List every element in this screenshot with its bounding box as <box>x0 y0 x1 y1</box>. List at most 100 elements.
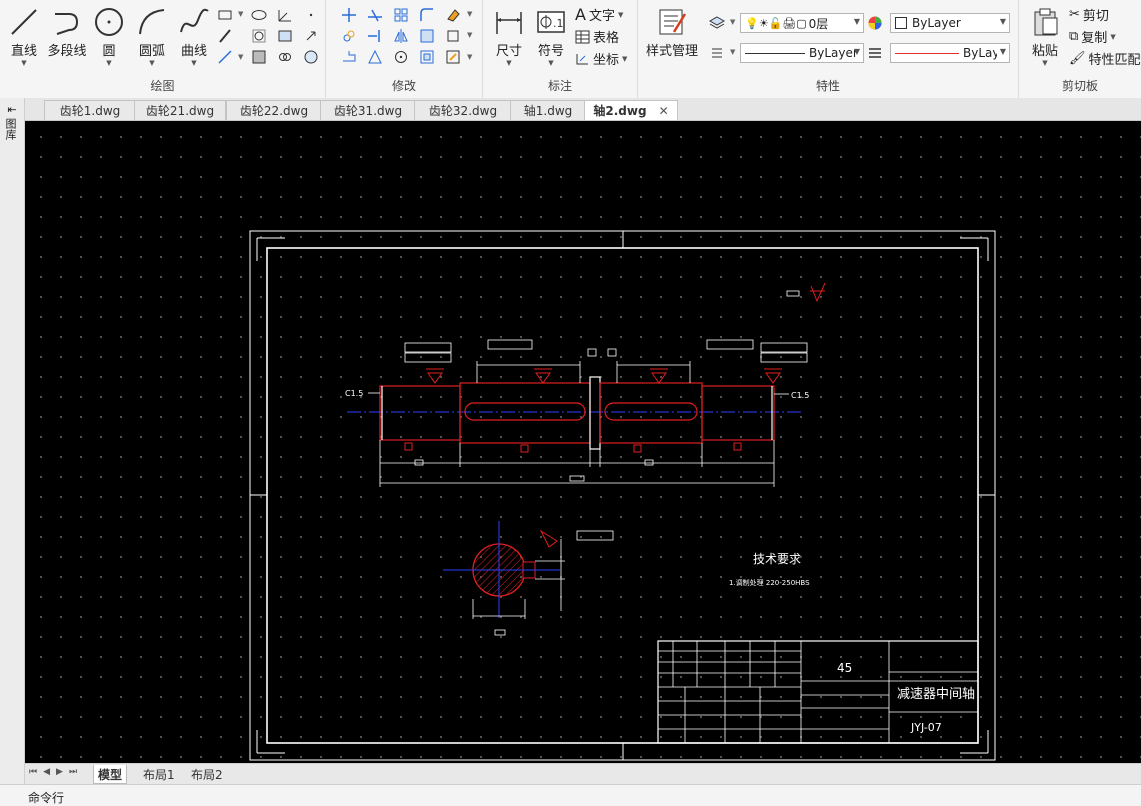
construction-line-icon <box>219 29 231 43</box>
ellipse-button[interactable] <box>250 6 268 24</box>
scale-button[interactable] <box>366 48 384 66</box>
file-tab-label: 齿轮31.dwg <box>333 104 403 118</box>
drawing-canvas[interactable]: C1.5 C1.5 技术要求 1.调制处理 220-250HBS 45 减速器中… <box>25 121 1141 763</box>
cut-button[interactable]: ✂ 剪切 <box>1069 5 1109 24</box>
copy-object-button[interactable] <box>340 27 358 45</box>
erase-button[interactable] <box>444 6 462 24</box>
coordinate-button[interactable]: 坐标 ▼ <box>575 49 627 68</box>
model-tab[interactable]: 模型 <box>93 765 128 784</box>
layer-manager-button[interactable] <box>708 14 726 32</box>
close-icon[interactable]: ✕ <box>659 104 669 118</box>
extend-button[interactable] <box>366 27 384 45</box>
wipeout-icon <box>304 50 318 64</box>
ray-button[interactable] <box>216 48 234 66</box>
hatch-button[interactable] <box>250 48 268 66</box>
construction-line-button[interactable] <box>216 27 234 45</box>
pointer-button[interactable] <box>302 27 320 45</box>
chevron-down-icon[interactable]: ▼ <box>467 53 472 61</box>
library-toggle[interactable]: ⇤ 图库 <box>4 104 20 141</box>
chevron-down-icon[interactable]: ▼ <box>730 18 735 26</box>
stretch-button[interactable] <box>340 48 358 66</box>
explode-button[interactable] <box>444 27 462 45</box>
symbol-button[interactable]: .1 符号 ▼ <box>533 6 569 67</box>
chevron-down-icon[interactable]: ▼ <box>730 48 735 56</box>
file-tab-label: 轴2.dwg <box>593 104 647 118</box>
chevron-down-icon: ▼ <box>506 59 512 67</box>
mirror-button[interactable] <box>392 27 410 45</box>
rotate-button[interactable] <box>392 48 410 66</box>
donut-icon <box>252 29 266 43</box>
style-manager-button[interactable]: 样式管理 <box>644 6 700 59</box>
layout1-tab[interactable]: 布局1 <box>143 765 175 783</box>
annotation-group: 尺寸 ▼ .1 符号 ▼ A 文字 ▼ 表格 坐标 ▼ 标注 <box>483 0 638 98</box>
polyline-icon <box>55 13 79 35</box>
first-page-icon[interactable]: ⏮ <box>29 767 43 777</box>
curve-button[interactable]: 曲线 ▼ <box>176 6 212 67</box>
wipeout-button[interactable] <box>302 48 320 66</box>
layout-nav[interactable]: ⏮◀▶⏭ <box>29 767 83 777</box>
trim-button[interactable] <box>366 6 384 24</box>
layout2-tab[interactable]: 布局2 <box>191 765 223 783</box>
list-button[interactable] <box>708 44 726 62</box>
shaft-body <box>379 376 775 450</box>
circle-button[interactable]: 圆 ▼ <box>92 6 126 67</box>
color-combo[interactable]: ByLayer ▼ <box>890 13 1010 33</box>
donut-button[interactable] <box>250 27 268 45</box>
chevron-down-icon[interactable]: ▼ <box>467 10 472 18</box>
point-button[interactable] <box>302 6 320 24</box>
chevron-down-icon: ▼ <box>999 47 1006 56</box>
file-tab[interactable]: 齿轮22.dwg <box>226 100 322 120</box>
model-tab-label: 模型 <box>98 767 123 782</box>
chevron-down-icon[interactable]: ▼ <box>467 31 472 39</box>
command-line[interactable]: 命令行 <box>0 784 1141 806</box>
move-button[interactable] <box>340 6 358 24</box>
text-button[interactable]: A 文字 ▼ <box>575 5 623 24</box>
rotate-icon <box>395 51 407 63</box>
drawing: C1.5 C1.5 技术要求 1.调制处理 220-250HBS 45 减速器中… <box>249 230 996 761</box>
file-tab[interactable]: 齿轮1.dwg <box>44 100 136 120</box>
mirror-icon <box>394 29 408 43</box>
line-button[interactable]: 直线 ▼ <box>6 6 42 67</box>
color-wheel-button[interactable] <box>866 14 884 32</box>
layer-combo[interactable]: 💡☀🔓🖨▢ 0层 ▼ <box>740 13 864 33</box>
tech-requirements-title: 技术要求 <box>753 552 801 566</box>
table-button[interactable]: 表格 <box>575 27 619 46</box>
last-page-icon[interactable]: ⏭ <box>69 767 83 777</box>
symbol-icon: .1 <box>537 11 565 33</box>
offset-button[interactable] <box>418 27 436 45</box>
inner-border <box>266 247 979 744</box>
chevron-down-icon: ▼ <box>548 59 554 67</box>
chevron-down-icon[interactable]: ▼ <box>238 10 243 18</box>
chamfer-button[interactable] <box>418 48 436 66</box>
style-manager-label: 样式管理 <box>645 44 698 59</box>
properties-edit-button[interactable] <box>444 48 462 66</box>
array-button[interactable] <box>392 6 410 24</box>
copy-button[interactable]: ⧉ 复制 ▼ <box>1069 27 1116 46</box>
linetype-combo[interactable]: ByLayer ▼ <box>740 43 864 63</box>
lineweight-combo[interactable]: ByLayer ▼ <box>890 43 1010 63</box>
file-tab-active[interactable]: 轴2.dwg ✕ <box>584 100 678 120</box>
dimension-button[interactable]: 尺寸 ▼ <box>491 6 527 67</box>
match-properties-button[interactable]: 🖌 特性匹配 <box>1069 49 1141 68</box>
lineweight-button[interactable] <box>866 44 884 62</box>
angle-icon <box>278 10 291 22</box>
file-tab[interactable]: 齿轮32.dwg <box>414 100 512 120</box>
region-button[interactable] <box>276 27 294 45</box>
revcloud-button[interactable] <box>276 48 294 66</box>
color-value: ByLayer <box>912 16 961 30</box>
arc-button[interactable]: 圆弧 ▼ <box>134 6 170 67</box>
angle-button[interactable] <box>276 6 294 24</box>
chevron-down-icon[interactable]: ▼ <box>238 53 243 61</box>
layout1-tab-label: 布局1 <box>143 767 175 782</box>
paste-button[interactable]: 粘贴 ▼ <box>1027 6 1063 67</box>
prev-page-icon[interactable]: ◀ <box>43 767 56 777</box>
polyline-button[interactable]: 多段线 <box>45 6 89 59</box>
file-tab[interactable]: 齿轮21.dwg <box>134 100 226 120</box>
file-tab[interactable]: 齿轮31.dwg <box>320 100 416 120</box>
fillet-button[interactable] <box>418 6 436 24</box>
region-icon <box>278 30 292 42</box>
next-page-icon[interactable]: ▶ <box>56 767 69 777</box>
file-tab[interactable]: 轴1.dwg <box>510 100 586 120</box>
left-panel: ⇤ 图库 <box>0 98 25 786</box>
rectangle-button[interactable] <box>216 6 234 24</box>
